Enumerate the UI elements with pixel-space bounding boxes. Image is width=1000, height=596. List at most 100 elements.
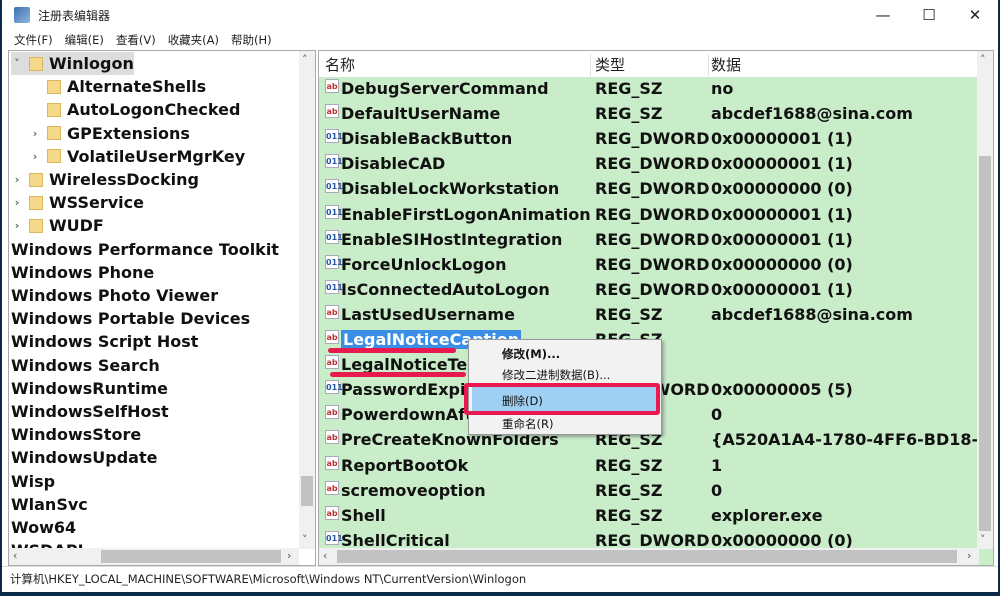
- scroll-up-icon[interactable]: ˄: [980, 53, 986, 66]
- value-name: Shell: [341, 505, 386, 525]
- value-data: 0x00000000 (0): [711, 179, 853, 199]
- expand-toggle-icon[interactable]: ›: [29, 127, 41, 140]
- tree-node[interactable]: Windows Search: [11, 354, 160, 377]
- tree-node[interactable]: WlanSvc: [11, 493, 88, 516]
- value-row[interactable]: 011 EnableFirstLogonAnimation REG_DWORD …: [319, 203, 979, 228]
- scroll-thumb[interactable]: [301, 476, 313, 506]
- scroll-thumb[interactable]: [337, 550, 957, 563]
- scroll-right-icon[interactable]: ›: [287, 549, 291, 562]
- tree-node-label: WSService: [49, 193, 144, 213]
- value-type: REG_SZ: [595, 505, 663, 525]
- value-row[interactable]: ab scremoveoption REG_SZ 0: [319, 479, 979, 504]
- tree-node[interactable]: › VolatileUserMgrKey: [29, 145, 245, 168]
- tree-horizontal-scrollbar[interactable]: ‹ ›: [9, 548, 299, 565]
- value-data: 0x00000001 (1): [711, 204, 853, 224]
- string-value-icon: ab: [325, 405, 339, 420]
- expand-toggle-icon[interactable]: ›: [11, 173, 23, 186]
- tree-node-label: Wisp: [11, 471, 56, 491]
- folder-icon: [47, 149, 61, 164]
- tree-node-label: Windows Search: [11, 355, 160, 375]
- binary-value-icon: 011: [325, 380, 343, 395]
- red-underline-annotation: [330, 372, 466, 377]
- column-type-header[interactable]: 类型: [595, 54, 709, 76]
- tree-node-label: WindowsRuntime: [11, 378, 169, 398]
- expand-toggle-icon[interactable]: ›: [11, 219, 23, 232]
- minimize-button[interactable]: —: [860, 0, 906, 30]
- column-data-header[interactable]: 数据: [711, 54, 971, 76]
- value-data: 1: [711, 455, 723, 475]
- tree-node[interactable]: › WirelessDocking: [11, 168, 199, 191]
- tree-node[interactable]: › WSService: [11, 191, 144, 214]
- expand-toggle-icon[interactable]: ˅: [11, 57, 23, 70]
- tree-node-label: Windows Portable Devices: [11, 309, 251, 329]
- folder-icon: [29, 56, 43, 71]
- close-button[interactable]: ✕: [952, 0, 998, 30]
- status-bar-path: 计算机\HKEY_LOCAL_MACHINE\SOFTWARE\Microsof…: [2, 566, 998, 590]
- value-row[interactable]: ab Shell REG_SZ explorer.exe: [319, 504, 979, 529]
- menu-edit[interactable]: 编辑(E): [65, 30, 104, 50]
- scroll-down-icon[interactable]: ˅: [302, 533, 308, 546]
- menu-favorites[interactable]: 收藏夹(A): [168, 30, 219, 50]
- menu-file[interactable]: 文件(F): [14, 30, 53, 50]
- expand-toggle-icon[interactable]: ›: [29, 150, 41, 163]
- value-type: REG_DWORD: [595, 229, 710, 249]
- tree-node[interactable]: ˅ Winlogon: [11, 52, 134, 75]
- scroll-thumb[interactable]: [101, 550, 281, 563]
- value-type: REG_DWORD: [595, 154, 710, 174]
- folder-icon: [47, 102, 61, 117]
- tree-node-label: Winlogon: [49, 54, 134, 73]
- values-horizontal-scrollbar[interactable]: ‹ ›: [319, 548, 979, 565]
- value-row[interactable]: ab DefaultUserName REG_SZ abcdef1688@sin…: [319, 102, 979, 127]
- tree-node[interactable]: Windows Photo Viewer: [11, 284, 218, 307]
- column-name-header[interactable]: 名称: [325, 54, 591, 76]
- value-row[interactable]: ab ReportBootOk REG_SZ 1: [319, 454, 979, 479]
- tree-node[interactable]: WindowsStore: [11, 423, 141, 446]
- tree-node-label: Wow64: [11, 518, 77, 537]
- scroll-thumb[interactable]: [979, 156, 991, 531]
- value-row[interactable]: ab DebugServerCommand REG_SZ no: [319, 77, 979, 102]
- tree-vertical-scrollbar[interactable]: ˄ ˅: [299, 51, 315, 549]
- scroll-up-icon[interactable]: ˄: [302, 53, 308, 66]
- tree-node[interactable]: WindowsUpdate: [11, 446, 157, 469]
- value-row[interactable]: 011 ForceUnlockLogon REG_DWORD 0x0000000…: [319, 253, 979, 278]
- tree-node[interactable]: Windows Script Host: [11, 330, 198, 353]
- values-vertical-scrollbar[interactable]: ˄ ˅: [977, 51, 993, 549]
- scroll-left-icon[interactable]: ‹: [13, 549, 17, 562]
- value-row[interactable]: ab LastUsedUsername REG_SZ abcdef1688@si…: [319, 303, 979, 328]
- tree-node[interactable]: AutoLogonChecked: [29, 98, 240, 121]
- value-row[interactable]: 011 DisableBackButton REG_DWORD 0x000000…: [319, 127, 979, 152]
- scroll-down-icon[interactable]: ˅: [980, 533, 986, 546]
- tree-node-label: Windows Phone: [11, 262, 155, 282]
- value-name: LastUsedUsername: [341, 304, 515, 324]
- menu-view[interactable]: 查看(V): [116, 30, 156, 50]
- value-row[interactable]: 011 IsConnectedAutoLogon REG_DWORD 0x000…: [319, 278, 979, 303]
- menu-item-modify[interactable]: 修改(M)...: [502, 346, 560, 362]
- expand-toggle-icon[interactable]: ›: [11, 196, 23, 209]
- maximize-button[interactable]: ☐: [906, 0, 952, 30]
- tree-node[interactable]: AlternateShells: [29, 75, 206, 98]
- tree-node[interactable]: Windows Performance Toolkit: [11, 238, 279, 261]
- string-value-icon: ab: [325, 304, 339, 319]
- menu-item-rename[interactable]: 重命名(R): [502, 416, 553, 432]
- value-row[interactable]: 011 EnableSIHostIntegration REG_DWORD 0x…: [319, 228, 979, 253]
- values-pane: 名称 类型 数据 ab DebugServerCommand REG_SZ no…: [318, 50, 994, 566]
- tree-node[interactable]: Wow64: [11, 516, 76, 539]
- tree-node[interactable]: Windows Portable Devices: [11, 307, 250, 330]
- value-row[interactable]: 011 DisableCAD REG_DWORD 0x00000001 (1): [319, 152, 979, 177]
- folder-icon: [29, 218, 43, 233]
- tree-node[interactable]: WindowsRuntime: [11, 377, 168, 400]
- tree-node-label: WirelessDocking: [49, 170, 199, 189]
- value-type: REG_SZ: [595, 480, 663, 500]
- tree-node[interactable]: › WUDF: [11, 214, 104, 237]
- tree-node[interactable]: › GPExtensions: [29, 122, 190, 145]
- title-bar: 注册表编辑器 — ☐ ✕: [2, 0, 998, 30]
- value-data: 0x00000001 (1): [711, 129, 853, 149]
- scroll-left-icon[interactable]: ‹: [323, 549, 327, 562]
- menu-help[interactable]: 帮助(H): [231, 30, 272, 50]
- tree-node[interactable]: Windows Phone: [11, 261, 154, 284]
- scroll-right-icon[interactable]: ›: [967, 549, 971, 562]
- menu-item-modify-binary[interactable]: 修改二进制数据(B)...: [502, 367, 610, 383]
- tree-node[interactable]: Wisp: [11, 470, 55, 493]
- tree-node[interactable]: WindowsSelfHost: [11, 400, 169, 423]
- value-row[interactable]: 011 DisableLockWorkstation REG_DWORD 0x0…: [319, 177, 979, 202]
